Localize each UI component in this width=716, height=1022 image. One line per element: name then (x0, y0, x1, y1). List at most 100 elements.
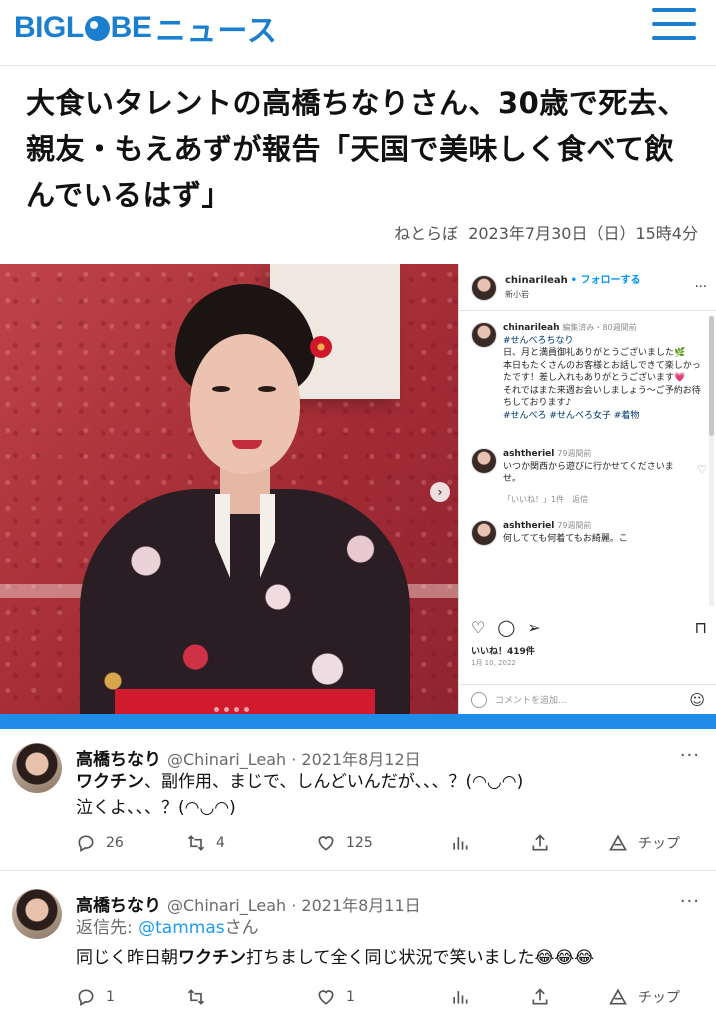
reply-count: 26 (106, 835, 124, 851)
ig-comment: ashtheriel 79週間前 いつか関西から遊びに行かせてくださいませ。 「… (471, 448, 707, 506)
tip-button[interactable]: チップ (608, 833, 680, 853)
retweet-icon (187, 989, 205, 1005)
share-upload-icon (532, 834, 548, 851)
tweet-actions: 1 1 チップ (76, 987, 696, 1007)
tweet-text: ワクチン、副作用、まじで、しんどいんだが、、、？(◠◡◠) 泣くよ、、、？(◠◡… (76, 769, 523, 821)
analytics-icon (453, 991, 468, 1004)
tweet-text-bold: ワクチン (76, 772, 144, 792)
woman-in-kimono-image (60, 274, 420, 714)
logo-brand-right: BE (110, 11, 152, 44)
ig-add-comment-placeholder: コメントを追加... (495, 696, 567, 706)
retweet-count: 4 (216, 835, 225, 851)
ig-action-bar: ♡ ◯ ➢ ⊓ (471, 618, 707, 637)
article-source[interactable]: ねとらぼ (394, 220, 458, 244)
tweet-actions: 26 4 125 チップ (76, 833, 696, 853)
ig-comment-text: いつか関西から遊びに行かせてくださいませ。 (503, 461, 674, 485)
tweet-header: 高橋ちなり @Chinari_Leah · 2021年8月12日 (76, 745, 421, 770)
reply-mention-link[interactable]: @tammas (138, 918, 224, 938)
instagram-photo: › (0, 264, 458, 714)
ig-caption: chinarileah 編集済み・80週間前 #せんべろちなり 日、月と満員御礼… (471, 322, 707, 422)
reply-count: 1 (106, 989, 115, 1005)
analytics-icon (453, 837, 468, 850)
ig-caption-avatar[interactable] (471, 322, 497, 348)
article-date: 2023年7月30日（日）15時4分 (468, 224, 698, 243)
like-heart-icon (318, 836, 334, 851)
like-count: 1 (346, 989, 355, 1005)
globe-icon (84, 15, 110, 41)
reply-button[interactable]: 26 (76, 833, 186, 853)
share-button[interactable] (530, 987, 608, 1007)
instagram-panel: chinarileah • フォローする 新小岩 ··· chinarileah… (458, 264, 716, 714)
tweet-more-icon[interactable]: ··· (680, 745, 700, 766)
ig-like-count[interactable]: いいね！419件 (471, 644, 535, 657)
ig-comment-like-icon[interactable]: ♡ (697, 463, 707, 506)
tweet-handle-date[interactable]: @Chinari_Leah · 2021年8月12日 (167, 746, 421, 770)
article-title: 大食いタレントの高橋ちなりさん、30歳で死去、親友・もえあずが報告「天国で美味し… (26, 86, 687, 212)
ig-comment-avatar[interactable] (471, 448, 497, 474)
tweet-author-name[interactable]: 高橋ちなり (76, 745, 161, 770)
tweet[interactable]: 高橋ちなり @Chinari_Leah · 2021年8月11日 ··· 返信先… (0, 871, 716, 1022)
tweet-handle-date[interactable]: @Chinari_Leah · 2021年8月11日 (167, 892, 421, 916)
tip-label: チップ (638, 990, 680, 1006)
comment-icon[interactable]: ◯ (497, 618, 515, 637)
ig-caption-meta: 編集済み・80週間前 (562, 323, 637, 332)
tweet-reply-to: 返信先: @tammasさん (76, 915, 594, 941)
ig-location[interactable]: 新小岩 (505, 288, 641, 302)
retweet-icon (187, 835, 205, 851)
ig-more-icon[interactable]: ··· (695, 280, 707, 295)
reply-prefix: 返信先: (76, 918, 139, 938)
tweet-author-name[interactable]: 高橋ちなり (76, 891, 161, 916)
ig-caption-author[interactable]: chinarileah (503, 323, 560, 333)
reply-button[interactable]: 1 (76, 987, 186, 1007)
tweet-text: 返信先: @tammasさん 同じく昨日朝ワクチン打ちまして全く同じ状況で笑いま… (76, 915, 594, 971)
retweet-button[interactable]: 4 (186, 833, 316, 853)
tweet-avatar[interactable] (12, 743, 62, 793)
ig-comment-ago: 79週間前 (557, 449, 592, 458)
tip-icon (609, 988, 627, 1005)
carousel-next-icon[interactable]: › (430, 482, 450, 502)
share-icon[interactable]: ➢ (527, 618, 540, 637)
ig-caption-line: 日、月と満員御礼ありがとうございました🌿 (503, 348, 686, 358)
smile-icon[interactable]: ☺ (689, 691, 705, 709)
ig-follow-button[interactable]: • フォローする (571, 275, 641, 286)
bookmark-icon[interactable]: ⊓ (695, 618, 707, 637)
ig-comments: chinarileah 編集済み・80週間前 #せんべろちなり 日、月と満員御礼… (471, 322, 707, 560)
reply-icon (78, 989, 94, 1006)
analytics-button[interactable] (450, 833, 530, 853)
tip-label: チップ (638, 836, 680, 852)
tweet-text-rest: 、副作用、まじで、しんどいんだが、、、？(◠◡◠) (144, 772, 524, 792)
ig-comment-actions[interactable]: 「いいね！」1件 返信 (503, 494, 683, 507)
tweet-more-icon[interactable]: ··· (680, 891, 700, 912)
emoji-icon[interactable] (471, 691, 487, 708)
carousel-dots (214, 707, 249, 712)
heart-icon[interactable]: ♡ (471, 618, 485, 637)
ig-caption-hashtags[interactable]: #せんべろ #せんべろ女子 #着物 (503, 410, 703, 423)
tip-icon (609, 834, 627, 851)
share-button[interactable] (530, 833, 608, 853)
tweet[interactable]: 高橋ちなり @Chinari_Leah · 2021年8月12日 ··· ワクチ… (0, 729, 716, 871)
logo-brand-left: BIGL (14, 11, 84, 44)
ig-username[interactable]: chinarileah (505, 275, 568, 286)
hamburger-menu-icon[interactable] (652, 8, 696, 44)
tweet-text-pre: 同じく昨日朝 (76, 948, 178, 968)
ig-add-comment[interactable]: コメントを追加... ☺ (459, 684, 716, 714)
ig-post-date: 1月 10, 2022 (471, 659, 516, 667)
like-button[interactable]: 1 (316, 987, 450, 1007)
ig-comment-avatar[interactable] (471, 520, 497, 546)
like-button[interactable]: 125 (316, 833, 450, 853)
ig-comment-author[interactable]: ashtheriel (503, 449, 554, 459)
reply-suffix: さん (224, 918, 259, 938)
tweet-avatar[interactable] (12, 889, 62, 939)
analytics-button[interactable] (450, 987, 530, 1007)
share-upload-icon (532, 988, 548, 1005)
retweet-button[interactable] (186, 987, 316, 1007)
tip-button[interactable]: チップ (608, 987, 680, 1007)
biglobe-news-logo[interactable]: BIGL BE ニュース (14, 10, 278, 49)
article-byline: ねとらぼ 2023年7月30日（日）15時4分 (394, 220, 698, 244)
ig-comment-author[interactable]: ashtheriel (503, 521, 554, 531)
logo-brand: BIGL BE (14, 11, 152, 45)
ig-caption-line[interactable]: #せんべろちなり (503, 335, 703, 348)
like-heart-icon (318, 990, 334, 1005)
ig-avatar[interactable] (471, 275, 497, 301)
ig-scrollbar[interactable] (709, 316, 714, 606)
